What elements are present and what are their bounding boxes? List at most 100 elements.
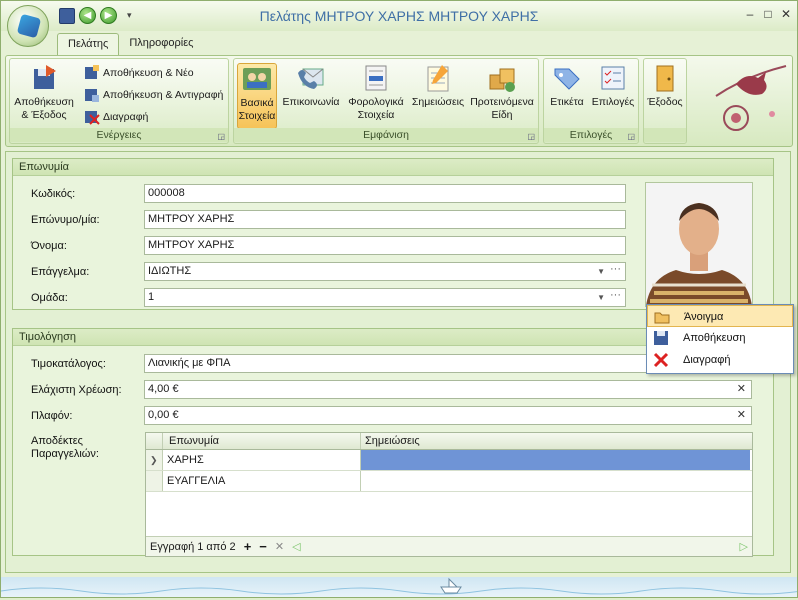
column-header-notes[interactable]: Σημειώσεις [361, 433, 750, 449]
min-charge-field[interactable]: 4,00 € ✕ [144, 380, 752, 399]
ellipsis-icon[interactable]: ··· [610, 287, 621, 304]
customer-window: ◀ ▶ ▾ Πελάτης ΜΗΤΡΟΥ ΧΑΡΗΣ ΜΗΤΡΟΥ ΧΑΡΗΣ … [0, 0, 798, 598]
people-card-icon [243, 68, 271, 90]
group-options-label: Επιλογές [544, 128, 638, 142]
scroll-left-icon[interactable]: ◁ [292, 540, 300, 553]
ellipsis-icon[interactable]: ··· [610, 261, 621, 278]
tab-information[interactable]: Πληροφορίες [119, 33, 203, 55]
column-header-name[interactable]: Επωνυμία [163, 433, 361, 449]
app-logo-icon [16, 13, 42, 39]
maximize-icon[interactable]: □ [761, 7, 775, 21]
save-copy-icon [85, 89, 99, 102]
tag-icon [554, 68, 580, 90]
row-notes-cell[interactable] [361, 471, 750, 491]
ribbon: Αποθήκευση & Έξοδος Αποθήκευση & Νέο Απο… [5, 55, 793, 147]
save-new-button[interactable]: Αποθήκευση & Νέο [84, 65, 194, 81]
table-row[interactable]: ❯ ΧΑΡΗΣ [146, 450, 752, 471]
save-exit-icon [34, 65, 56, 89]
label-button[interactable]: Ετικέτα [546, 63, 588, 109]
profession-label: Επάγγελμα: [31, 266, 90, 278]
person-photo-icon [646, 183, 752, 306]
ribbon-tabs: Πελάτης Πληροφορίες [57, 33, 203, 55]
options-button[interactable]: Επιλογές [590, 63, 636, 109]
paper-boat-icon [0, 577, 798, 595]
exit-button[interactable]: Έξοδος [645, 63, 685, 109]
application-menu-button[interactable] [7, 5, 49, 47]
group-actions-label: Ενέργειες [10, 128, 228, 142]
grid-navigator: Εγγραφή 1 από 2 + − ✕ ◁ ▷ [146, 536, 752, 556]
dialog-launcher-icon[interactable]: ◲ [627, 132, 635, 141]
notes-button[interactable]: Σημειώσεις [411, 63, 465, 109]
save-exit-button[interactable]: Αποθήκευση & Έξοδος [12, 63, 76, 122]
dropdown-arrow-icon[interactable]: ▼ [597, 289, 605, 306]
group-options: Ετικέτα Επιλογές Επιλογές ◲ [543, 58, 639, 144]
section-name-title: Επωνυμία [13, 159, 773, 176]
door-exit-icon [656, 65, 674, 92]
record-count-text: Εγγραφή 1 από 2 [150, 540, 236, 553]
table-row[interactable]: ΕΥΑΓΓΕΛΙΑ [146, 471, 752, 492]
pricelist-label: Τιμοκατάλογος: [31, 358, 106, 370]
footer-decoration [0, 577, 798, 597]
save-icon [654, 331, 668, 345]
recipients-label: Αποδέκτες Παραγγελιών: [31, 435, 99, 460]
code-label: Κωδικός: [31, 188, 76, 200]
group-label: Ομάδα: [31, 292, 68, 304]
profession-select[interactable]: ΙΔΙΩΤΗΣ ▼ ··· [144, 262, 626, 281]
min-charge-value: 4,00 € [148, 383, 179, 395]
phone-mail-icon [298, 68, 324, 89]
menu-item-delete[interactable]: Διαγραφή [647, 349, 793, 371]
ceiling-value: 0,00 € [148, 409, 179, 421]
save-copy-button[interactable]: Αποθήκευση & Αντιγραφή [84, 87, 223, 103]
contact-button[interactable]: Επικοινωνία [280, 63, 342, 109]
scroll-right-icon[interactable]: ▷ [740, 540, 748, 553]
checklist-icon [601, 66, 625, 90]
row-name-cell[interactable]: ΕΥΑΓΓΕΛΙΑ [163, 471, 361, 491]
window-title: Πελάτης ΜΗΤΡΟΥ ΧΑΡΗΣ ΜΗΤΡΟΥ ΧΑΡΗΣ [259, 8, 539, 24]
tax-info-button[interactable]: Φορολογικά Στοιχεία [344, 63, 408, 122]
ceiling-field[interactable]: 0,00 € ✕ [144, 406, 752, 425]
basic-info-button[interactable]: Βασικά Στοιχεία [237, 63, 277, 129]
open-folder-icon [654, 312, 670, 324]
cancel-edit-icon[interactable]: ✕ [275, 540, 284, 553]
surname-field[interactable]: ΜΗΤΡΟΥ ΧΑΡΗΣ [144, 210, 626, 229]
notepad-icon [427, 65, 449, 92]
clear-icon[interactable]: ✕ [737, 407, 746, 424]
row-name-cell[interactable]: ΧΑΡΗΣ [163, 450, 361, 470]
row-selector-icon[interactable]: ❯ [146, 450, 163, 470]
delete-x-icon [653, 352, 669, 368]
menu-item-save[interactable]: Αποθήκευση [647, 327, 793, 349]
firstname-field[interactable]: ΜΗΤΡΟΥ ΧΑΡΗΣ [144, 236, 626, 255]
grid-header: Επωνυμία Σημειώσεις [146, 433, 752, 450]
dropdown-arrow-icon[interactable]: ▼ [597, 263, 605, 280]
dialog-launcher-icon[interactable]: ◲ [527, 132, 535, 141]
preferred-items-button[interactable]: Προτεινόμενα Είδη [468, 63, 536, 122]
tab-customer[interactable]: Πελάτης [57, 33, 120, 55]
delete-button[interactable]: Διαγραφή [84, 109, 148, 125]
group-view-label: Εμφάνιση [234, 128, 538, 142]
close-icon[interactable]: ✕ [779, 7, 793, 21]
clear-icon[interactable]: ✕ [737, 381, 746, 398]
dialog-launcher-icon[interactable]: ◲ [217, 132, 225, 141]
recipients-grid: Επωνυμία Σημειώσεις ❯ ΧΑΡΗΣ ΕΥΑΓΓΕΛΙΑ Εγ… [145, 432, 753, 557]
boxes-icon [489, 68, 515, 92]
save-new-icon [85, 65, 99, 79]
photo-context-menu: Άνοιγμα Αποθήκευση Διαγραφή [646, 304, 794, 374]
customer-photo[interactable] [645, 182, 753, 307]
group-view: Βασικά Στοιχεία Επικοινωνία Φορολογικά Σ… [233, 58, 539, 144]
group-actions: Αποθήκευση & Έξοδος Αποθήκευση & Νέο Απο… [9, 58, 229, 144]
menu-item-open[interactable]: Άνοιγμα [647, 305, 793, 327]
row-notes-cell[interactable] [361, 450, 750, 470]
add-record-icon[interactable]: + [244, 539, 252, 554]
remove-record-icon[interactable]: − [259, 539, 267, 554]
title-bar: ◀ ▶ ▾ Πελάτης ΜΗΤΡΟΥ ΧΑΡΗΣ ΜΗΤΡΟΥ ΧΑΡΗΣ … [1, 1, 797, 31]
delete-icon [85, 111, 100, 125]
group-select[interactable]: 1 ▼ ··· [144, 288, 626, 307]
group-exit: Έξοδος [643, 58, 687, 144]
minimize-icon[interactable]: – [743, 7, 757, 21]
tax-document-icon [365, 65, 387, 91]
surname-label: Επώνυμο/μία: [31, 214, 100, 226]
firstname-label: Όνομα: [31, 240, 67, 252]
code-field[interactable]: 000008 [144, 184, 626, 203]
ceiling-label: Πλαφόν: [31, 410, 73, 422]
profession-value: ΙΔΙΩΤΗΣ [148, 265, 192, 277]
